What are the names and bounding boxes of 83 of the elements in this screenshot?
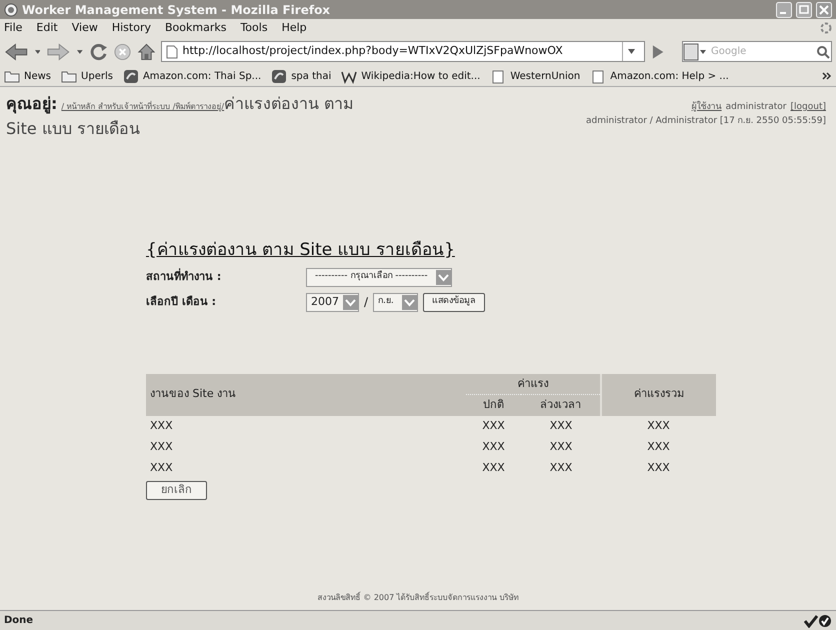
column-header: ค่าแรง [466,374,601,394]
page-icon [490,68,506,84]
menu-item[interactable]: View [72,20,98,36]
user-label: ผู้ใช้งาน [692,101,722,114]
search-bar[interactable]: Google [682,41,832,62]
dropdown-icon [402,294,417,310]
folder-icon [4,68,20,84]
table-cell: XXX [146,416,466,436]
dropdown-icon[interactable] [34,48,40,54]
table-cell-text: XXX [548,438,574,455]
bookmark-link[interactable]: spa thai [271,68,332,84]
forward-icon[interactable] [46,42,71,62]
cancel-button[interactable]: ยกเลิก [146,480,207,500]
menu-item[interactable]: Edit [36,20,58,36]
table-cell-text: XXX [481,438,506,455]
go-icon[interactable] [650,44,664,60]
dropdown-icon [436,270,451,284]
column-header: ปกติ [466,394,521,416]
page-title: ค่าแรงต่องาน ตาม [224,93,354,115]
table-cell-text: XXX [646,460,671,476]
window-title: Worker Management System - Mozilla Firefox [22,2,330,18]
footer-text: สงวนลิขสิทธิ์ © 2007 ได้รับสิทธิ์ระบบจัดการแรงงาน บริษัท [318,592,518,604]
field-label: สถานที่ทำงาน : [146,268,222,285]
bookmark-link[interactable]: Amazon.com: Thai Sp... [122,68,262,84]
checkmark-icon [804,614,818,628]
table-cell-text: XXX [548,460,574,476]
menu-item[interactable]: Help [282,20,307,36]
bookmark-link[interactable]: Amazon.com: Help > ... [590,68,729,84]
dropdown-icon[interactable] [76,48,83,54]
menu-item[interactable]: File [4,20,22,36]
date-separator: / [364,294,368,311]
dropdown-icon[interactable] [628,49,635,54]
bookmark-link[interactable]: WesternUnion [490,68,580,84]
table-cell-text: XXX [149,460,174,476]
site-select[interactable]: ---------- กรุณาเลือก ---------- [306,268,452,286]
check-circle-icon [818,614,832,628]
maximize-icon[interactable] [796,2,812,18]
back-icon[interactable] [4,42,29,62]
table-cell: XXX [521,416,601,436]
folder-icon [61,68,78,84]
stop-icon[interactable] [114,42,131,60]
month-select[interactable]: ก.ย. [373,292,418,312]
breadcrumb-link[interactable]: / หน้าหลัก สำหรับเจ้าหน้าที่ระบบ /พิมพ์ตารางอยู่/ [61,96,224,118]
close-icon[interactable] [816,2,832,18]
user-info: administrator / Administrator [17 ก.ย. 2550 05:55:59] [586,114,826,128]
menu-item[interactable]: Tools [240,20,268,36]
column-header: ล่วงเวลา [521,394,601,416]
breadcrumb-label: คุณอยู่: [6,93,58,115]
throbber-icon [820,22,832,34]
field-label: เลือกปี เดือน : [146,294,218,310]
address-bar[interactable]: http://localhost/project/index.php?body=WTIxV2QxUlZjSFpaWnowOX [161,41,645,62]
table-cell-text: XXX [646,438,671,455]
year-select[interactable]: 2007 [306,292,359,312]
logout-link[interactable]: [logout] [790,101,826,114]
chevron-icon[interactable] [822,72,832,80]
bookmark-link[interactable]: News [4,68,52,84]
column-header: ค่าแรงรวม [601,374,716,416]
firefox-icon [4,2,18,16]
page-title: Site แบบ รายเดือน [6,118,140,140]
menu-item[interactable]: History [112,20,151,36]
status-text: Done [4,614,34,628]
bookmark-link[interactable]: Wikipedia:How to edit... [341,68,480,84]
bookmark-link[interactable]: Uperls [61,68,113,84]
table-cell-text: XXX [481,460,506,476]
page-icon [166,44,178,58]
form-title: {ค่าแรงต่องาน ตาม Site แบบ รายเดือน} [146,239,455,262]
home-icon[interactable] [136,42,156,62]
search-field[interactable]: Google [710,44,811,59]
minimize-icon[interactable] [776,2,792,18]
page-icon [590,68,606,84]
column-header: งานของ Site งาน [146,374,466,416]
show-data-button[interactable]: แสดงข้อมูล [422,292,485,312]
site-icon [122,68,139,84]
search-icon[interactable] [814,44,831,60]
table-cell-text: XXX [149,438,174,455]
search-engine-icon [682,42,707,60]
table-cell: XXX [601,416,716,436]
user-name: administrator [726,101,787,114]
table-cell: XXX [466,416,521,436]
reload-icon[interactable] [88,42,108,62]
menu-item[interactable]: Bookmarks [164,20,226,36]
dropdown-icon [343,294,358,310]
site-icon [271,68,288,84]
